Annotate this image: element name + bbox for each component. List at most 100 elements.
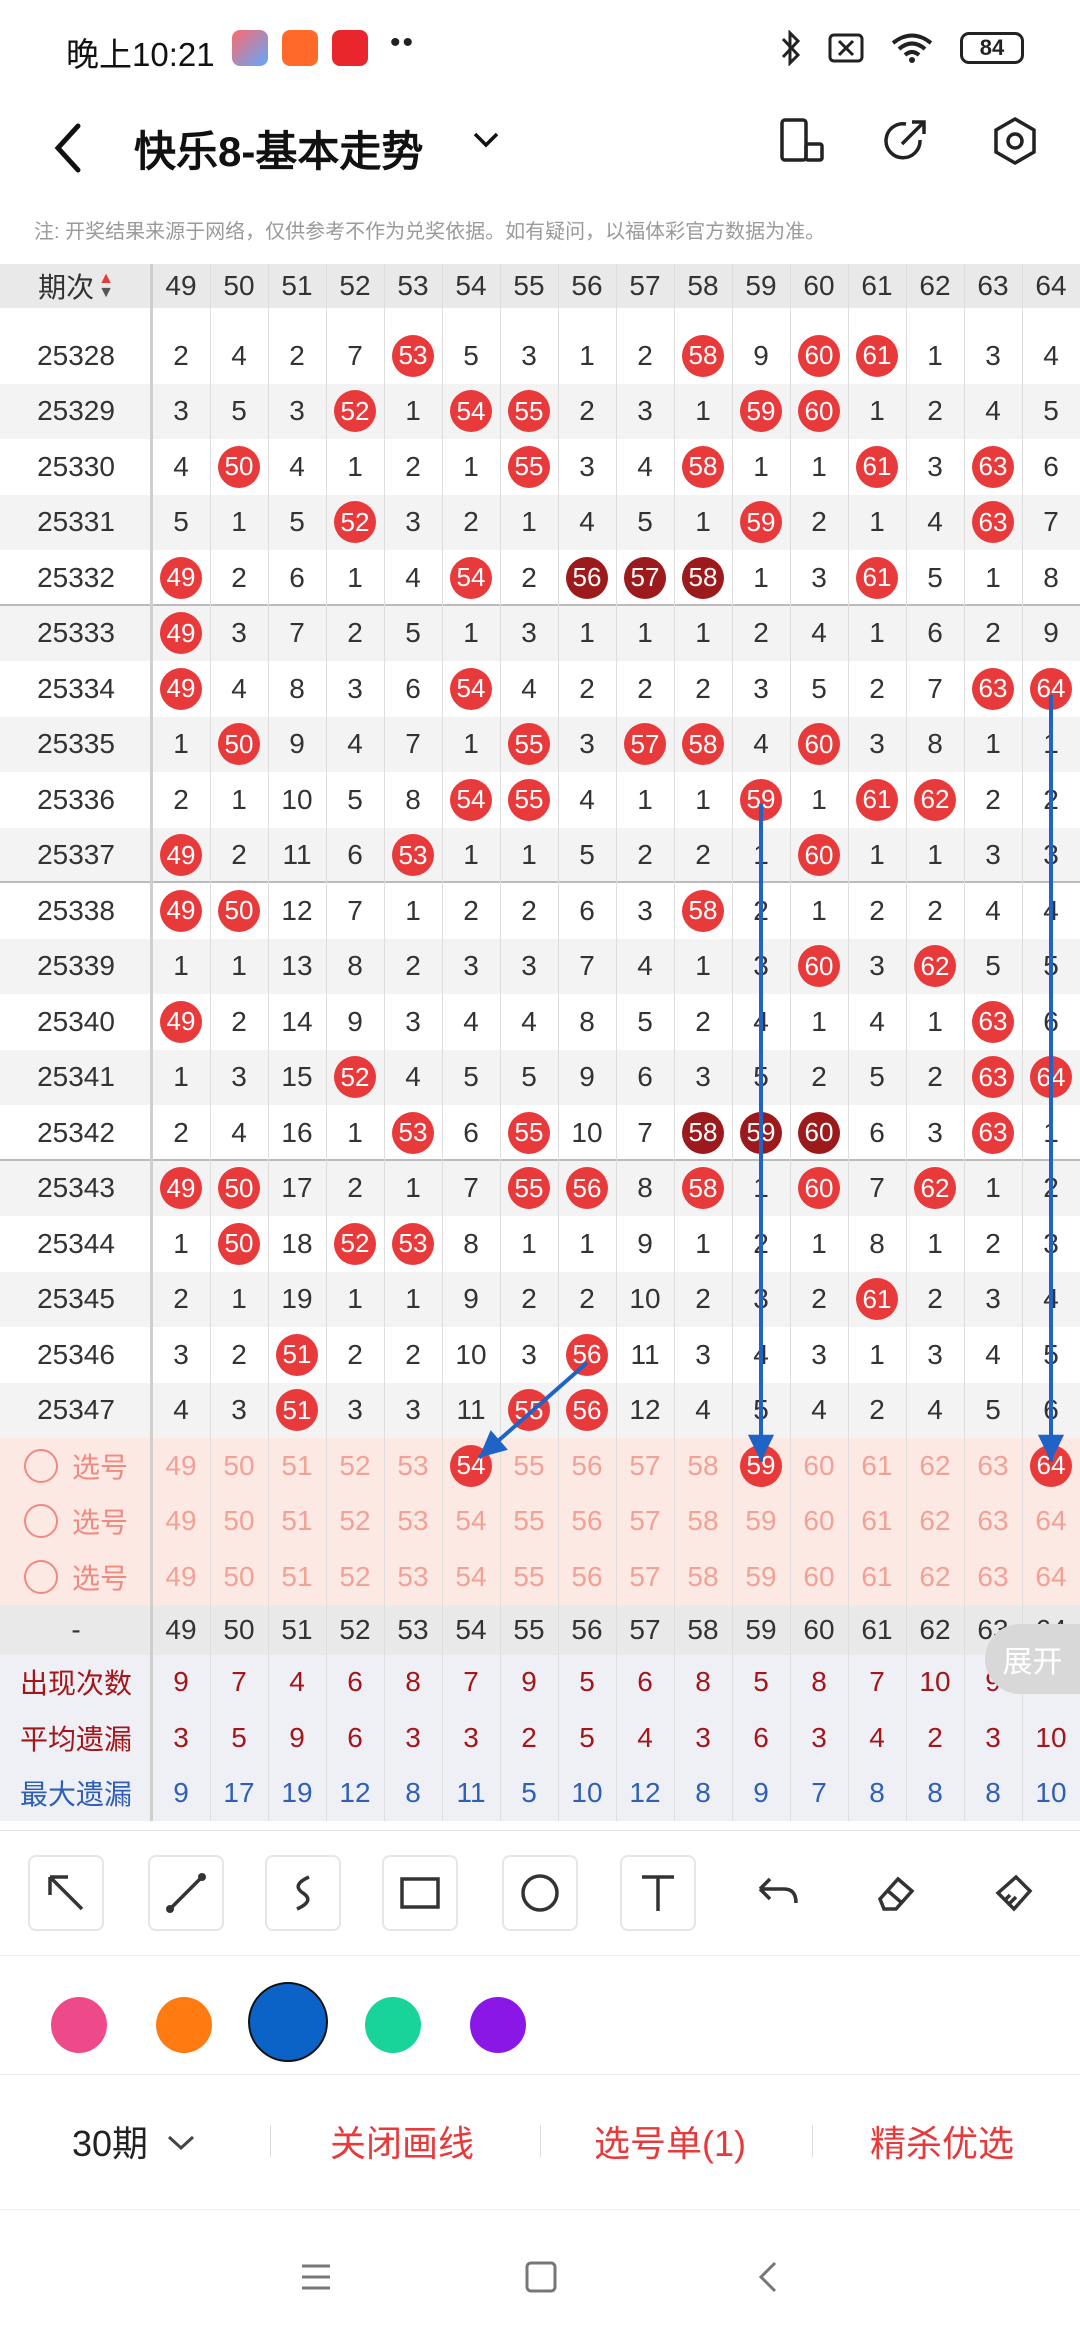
curve-tool-icon[interactable] bbox=[265, 1855, 341, 1931]
omission-cell: 6 bbox=[463, 1116, 479, 1148]
page-title[interactable]: 快乐8-基本走势 bbox=[134, 118, 423, 179]
period-cell: 25347 bbox=[37, 1394, 115, 1426]
back-icon[interactable] bbox=[48, 118, 88, 178]
omission-cell: 1 bbox=[695, 506, 711, 538]
home-icon[interactable] bbox=[524, 2260, 558, 2294]
omission-cell: 1 bbox=[927, 1005, 943, 1037]
omission-cell: 5 bbox=[637, 1005, 653, 1037]
radio-circle-icon[interactable] bbox=[23, 1504, 58, 1539]
omission-cell: 5 bbox=[463, 339, 479, 371]
omission-cell: 5 bbox=[1043, 1338, 1059, 1370]
clear-brush-icon[interactable] bbox=[976, 1855, 1052, 1931]
period-header[interactable]: 期次 ▲ ▼ bbox=[0, 264, 152, 308]
omission-cell: 3 bbox=[173, 1338, 189, 1370]
eraser-icon[interactable] bbox=[856, 1855, 932, 1931]
omission-cell: 5 bbox=[869, 1061, 885, 1093]
text-tool-icon[interactable] bbox=[620, 1855, 696, 1931]
selected-number-cell: 64 bbox=[1022, 1438, 1080, 1494]
omission-cell: 5 bbox=[927, 561, 943, 593]
omission-cell: 58 bbox=[674, 550, 732, 606]
arrow-tool-icon[interactable] bbox=[28, 1855, 104, 1931]
color-swatch-blue-selected[interactable] bbox=[248, 1982, 328, 2062]
column-header: 56 bbox=[571, 270, 603, 301]
number-ball: 55 bbox=[508, 1389, 550, 1432]
rectangle-tool-icon[interactable] bbox=[382, 1855, 458, 1931]
menu-icon[interactable] bbox=[300, 2262, 332, 2292]
omission-cell: 55 bbox=[500, 717, 558, 773]
number-ball: 56 bbox=[566, 556, 608, 599]
close-draw-button[interactable]: 关闭画线 bbox=[330, 2115, 474, 2167]
color-swatch-orange[interactable] bbox=[156, 1997, 212, 2053]
selected-number-cell: 54 bbox=[442, 1438, 500, 1494]
stats-value: 10 bbox=[1035, 1721, 1067, 1753]
omission-cell: 6 bbox=[869, 1116, 885, 1148]
radio-circle-icon[interactable] bbox=[23, 1559, 58, 1594]
omission-cell: 1 bbox=[463, 617, 479, 649]
select-number-cell: 49 bbox=[165, 1449, 197, 1481]
circle-tool-icon[interactable] bbox=[502, 1855, 578, 1931]
color-swatch-purple[interactable] bbox=[470, 1997, 526, 2053]
omission-cell: 3 bbox=[637, 395, 653, 427]
select-number-cell: 60 bbox=[803, 1505, 835, 1537]
omission-cell: 11 bbox=[282, 839, 312, 871]
color-swatch-green[interactable] bbox=[365, 1997, 421, 2053]
system-back-icon[interactable] bbox=[756, 2260, 780, 2294]
omission-cell: 2 bbox=[521, 894, 537, 926]
stats-value: 10 bbox=[919, 1666, 951, 1698]
select-row-label[interactable]: 选号 bbox=[0, 1494, 152, 1550]
table-row: 25339 1 1 13 8 2 3 3 7 4 1 3 60 3 62 5 5 bbox=[0, 938, 1080, 994]
select-row-label[interactable]: 选号 bbox=[0, 1549, 152, 1605]
column-footer: 50 bbox=[223, 1613, 255, 1645]
omission-cell: 3 bbox=[231, 1061, 247, 1093]
select-row-label[interactable]: 选号 bbox=[0, 1438, 152, 1494]
omission-cell: 55 bbox=[500, 772, 558, 828]
undo-icon[interactable] bbox=[740, 1855, 816, 1931]
stats-value: 8 bbox=[405, 1666, 421, 1698]
rotate-screen-icon[interactable] bbox=[776, 116, 826, 166]
omission-cell: 4 bbox=[579, 506, 595, 538]
stats-value: 9 bbox=[521, 1666, 537, 1698]
omission-cell: 6 bbox=[927, 617, 943, 649]
chevron-down-icon[interactable] bbox=[472, 130, 500, 150]
number-ball: 49 bbox=[160, 667, 202, 710]
period-cell: 25338 bbox=[37, 894, 115, 926]
omission-cell: 2 bbox=[869, 672, 885, 704]
number-ball: 50 bbox=[218, 1167, 260, 1210]
chevron-down-icon[interactable] bbox=[166, 2133, 196, 2153]
share-icon[interactable] bbox=[880, 116, 930, 166]
period-cell: 25333 bbox=[37, 617, 115, 649]
line-tool-icon[interactable] bbox=[148, 1855, 224, 1931]
stats-value: 19 bbox=[281, 1777, 313, 1809]
expand-button[interactable]: 展开 bbox=[985, 1624, 1080, 1694]
select-number-cell: 62 bbox=[919, 1560, 951, 1592]
best-pick-button[interactable]: 精杀优选 bbox=[870, 2115, 1014, 2167]
omission-cell: 3 bbox=[579, 728, 595, 760]
table-row: 25347 4 3 51 3 3 11 55 56 12 4 5 4 2 4 5 6 bbox=[0, 1382, 1080, 1438]
color-swatch-pink[interactable] bbox=[51, 1997, 107, 2053]
table-row: 25338 49 50 12 7 1 2 2 6 3 58 2 1 2 2 4 4 bbox=[0, 883, 1080, 939]
omission-cell: 2 bbox=[1043, 783, 1059, 815]
select-number-cell: 56 bbox=[571, 1560, 603, 1592]
omission-cell: 1 bbox=[173, 1227, 189, 1259]
sort-icon[interactable]: ▲ ▼ bbox=[98, 271, 114, 301]
omission-cell: 5 bbox=[463, 1061, 479, 1093]
period-cell: 25337 bbox=[37, 839, 115, 871]
stats-value: 8 bbox=[927, 1777, 943, 1809]
omission-cell: 1 bbox=[173, 1061, 189, 1093]
select-number-cell: 64 bbox=[1035, 1560, 1067, 1592]
settings-icon[interactable] bbox=[990, 116, 1040, 166]
number-ball: 50 bbox=[218, 445, 260, 488]
select-number-cell: 56 bbox=[571, 1505, 603, 1537]
period-selector[interactable]: 30期 bbox=[72, 2115, 148, 2167]
omission-cell: 3 bbox=[985, 1283, 1001, 1315]
radio-circle-icon[interactable] bbox=[23, 1448, 58, 1483]
omission-cell: 1 bbox=[405, 1172, 421, 1204]
omission-cell: 2 bbox=[173, 1283, 189, 1315]
number-ball: 64 bbox=[1030, 1056, 1072, 1099]
omission-cell: 58 bbox=[674, 1161, 732, 1217]
omission-cell: 4 bbox=[173, 450, 189, 482]
omission-cell: 12 bbox=[629, 1394, 661, 1426]
column-header: 55 bbox=[513, 270, 545, 301]
select-list-button[interactable]: 选号单(1) bbox=[594, 2115, 746, 2167]
omission-cell: 49 bbox=[152, 883, 210, 939]
